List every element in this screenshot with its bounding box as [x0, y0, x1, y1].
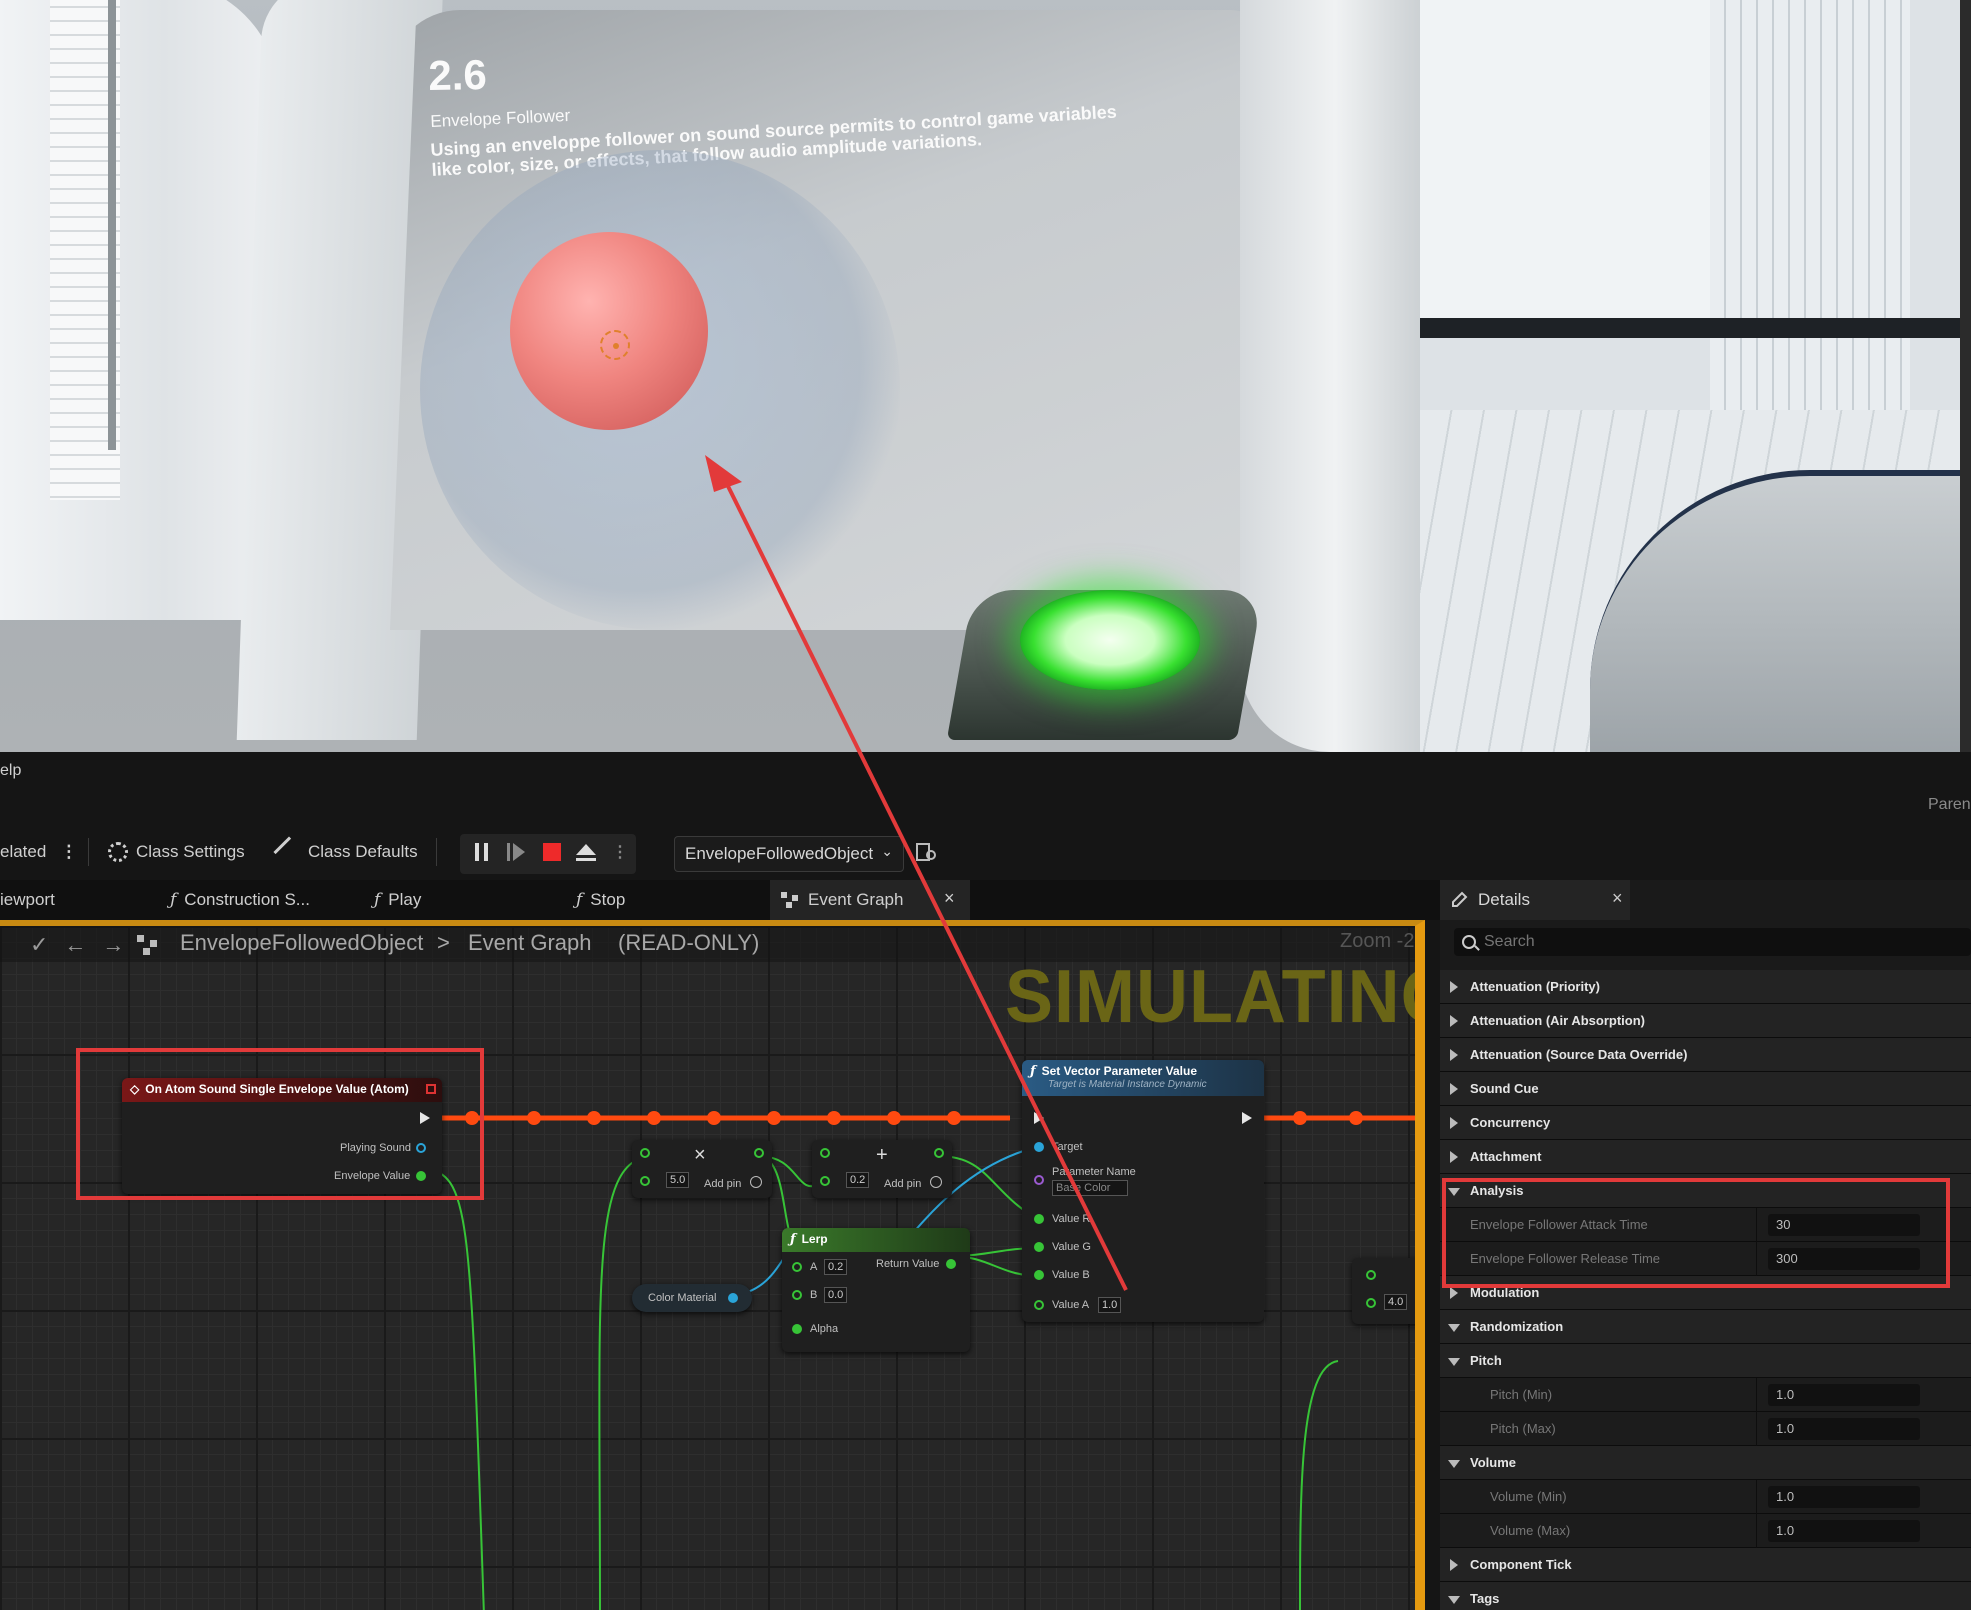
annotation-arrow	[705, 455, 1128, 1291]
